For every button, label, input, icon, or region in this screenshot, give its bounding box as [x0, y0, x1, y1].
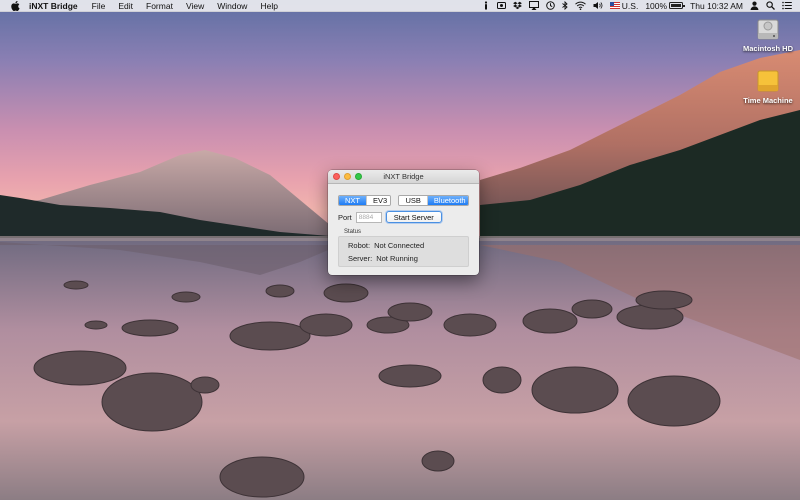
notification-center-icon[interactable] [782, 1, 792, 10]
input-source-menu[interactable]: U.S. [609, 0, 639, 11]
battery-percent: 100% [645, 0, 668, 11]
desktop-icon-macintosh-hd[interactable]: Macintosh HD [738, 16, 798, 53]
info-icon[interactable] [482, 1, 490, 10]
window-controls [333, 173, 366, 180]
server-row: Port Start Server [338, 211, 469, 223]
time-machine-status-icon[interactable] [545, 1, 555, 10]
menu-app-name[interactable]: iNXT Bridge [29, 1, 78, 11]
robot-label: Robot: [348, 241, 371, 250]
zoom-button[interactable] [355, 173, 362, 180]
selector-row: NXT EV3 USB Bluetooth [338, 194, 469, 206]
battery-fill [671, 4, 682, 7]
server-status-row: Server: Not Running [348, 252, 468, 265]
battery-menu[interactable]: 100% [645, 0, 686, 11]
status-box: Robot: Not Connected Server: Not Running [338, 236, 469, 267]
robot-status-row: Robot: Not Connected [348, 239, 468, 252]
close-button[interactable] [333, 173, 340, 180]
window-title: iNXT Bridge [383, 172, 424, 181]
segment-usb[interactable]: USB [399, 195, 428, 205]
menu-view[interactable]: View [186, 1, 204, 11]
minimize-button[interactable] [344, 173, 351, 180]
screen-capture-icon[interactable] [496, 1, 506, 10]
status-area: U.S. 100% Thu 10:32 AM [475, 0, 800, 12]
wifi-icon[interactable] [574, 1, 586, 10]
dropbox-icon[interactable] [512, 1, 522, 10]
menu-bar: iNXT Bridge File Edit Format View Window… [0, 0, 800, 12]
segment-ev3[interactable]: EV3 [367, 195, 391, 205]
desktop-icon-label: Time Machine [743, 96, 793, 105]
window-content: NXT EV3 USB Bluetooth Port Start Server … [328, 184, 479, 267]
hard-drive-icon [738, 16, 798, 42]
menu-help[interactable]: Help [260, 1, 277, 11]
status-section-title: Status [344, 229, 362, 235]
volume-icon[interactable] [593, 1, 603, 10]
port-input[interactable] [355, 211, 382, 223]
robot-status-value: Not Connected [374, 241, 425, 250]
input-source-label: U.S. [621, 0, 639, 11]
menu-format[interactable]: Format [146, 1, 173, 11]
airplay-icon[interactable] [528, 1, 539, 10]
menu-window[interactable]: Window [217, 1, 247, 11]
port-label: Port [338, 212, 352, 222]
spotlight-search-icon[interactable] [766, 1, 775, 10]
server-status-value: Not Running [376, 254, 418, 263]
connection-type-segmented-control: USB Bluetooth [398, 194, 469, 206]
segment-bluetooth[interactable]: Bluetooth [427, 195, 469, 205]
time-machine-icon [738, 68, 798, 94]
start-server-button[interactable]: Start Server [385, 211, 442, 223]
clock[interactable]: Thu 10:32 AM [690, 1, 743, 11]
inxt-bridge-window: iNXT Bridge NXT EV3 USB Bluetooth Port S… [328, 170, 479, 275]
window-titlebar[interactable]: iNXT Bridge [328, 170, 479, 184]
desktop-icon-time-machine[interactable]: Time Machine [738, 68, 798, 105]
server-label: Server: [348, 254, 373, 263]
desktop-icon-label: Macintosh HD [742, 44, 793, 53]
menu-edit[interactable]: Edit [118, 1, 133, 11]
menu-file[interactable]: File [92, 1, 106, 11]
brick-type-segmented-control: NXT EV3 [338, 194, 392, 206]
user-icon[interactable] [750, 1, 759, 10]
segment-nxt[interactable]: NXT [339, 195, 367, 205]
apple-icon[interactable] [11, 0, 21, 11]
us-flag-icon [609, 2, 620, 9]
battery-icon [669, 2, 686, 9]
bluetooth-icon[interactable] [562, 1, 568, 10]
